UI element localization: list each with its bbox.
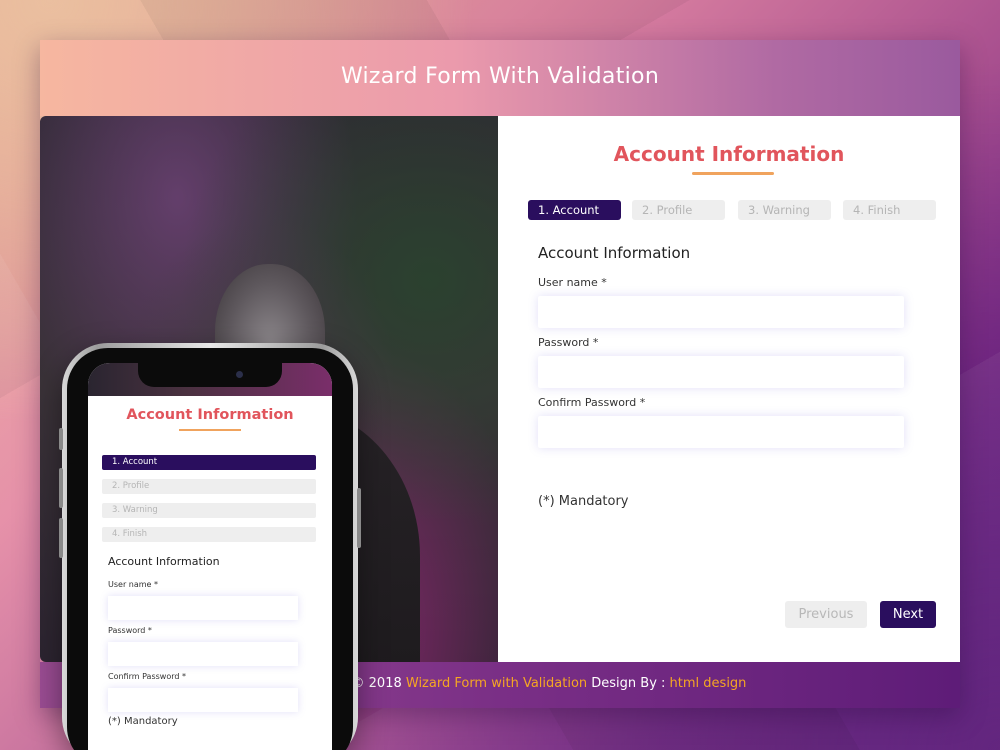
- section-title: Account Information: [538, 244, 691, 262]
- heading-underline: [692, 172, 774, 175]
- phone-section-title: Account Information: [108, 555, 220, 568]
- footer-credit: d. © 2018 Wizard Form with Validation De…: [335, 676, 746, 691]
- camera-icon: [236, 371, 243, 378]
- step-finish[interactable]: 4. Finish: [843, 200, 936, 220]
- phone-username-input[interactable]: [108, 596, 298, 620]
- form-heading: Account Information: [613, 142, 845, 166]
- footer-author-link[interactable]: html design: [670, 676, 747, 691]
- phone-screen: Account Information 1. Account 2. Profil…: [88, 363, 332, 750]
- next-button[interactable]: Next: [880, 601, 936, 628]
- phone-password-input[interactable]: [108, 642, 298, 666]
- page-title: Wizard Form With Validation: [340, 64, 660, 89]
- footer-design-by: Design By :: [587, 676, 670, 691]
- phone-step-finish[interactable]: 4. Finish: [102, 527, 316, 542]
- header-band: Wizard Form With Validation: [40, 40, 960, 116]
- confirm-password-label: Confirm Password *: [538, 396, 646, 409]
- username-input[interactable]: [538, 296, 904, 328]
- phone-confirm-password-label: Confirm Password *: [108, 672, 186, 681]
- phone-username-label: User name *: [108, 580, 159, 589]
- phone-step-account[interactable]: 1. Account: [102, 455, 316, 470]
- form-panel: Account Information 1. Account 2. Profil…: [498, 116, 960, 662]
- password-label: Password *: [538, 336, 599, 349]
- confirm-password-input[interactable]: [538, 416, 904, 448]
- step-profile[interactable]: 2. Profile: [632, 200, 725, 220]
- mandatory-note: (*) Mandatory: [538, 494, 629, 509]
- phone-mandatory-note: (*) Mandatory: [108, 716, 178, 727]
- phone-mockup: Account Information 1. Account 2. Profil…: [59, 343, 361, 750]
- password-input[interactable]: [538, 356, 904, 388]
- phone-side-button: [59, 428, 63, 450]
- phone-notch: [138, 363, 282, 387]
- phone-side-button: [59, 518, 63, 558]
- phone-step-warning[interactable]: 3. Warning: [102, 503, 316, 518]
- phone-confirm-password-input[interactable]: [108, 688, 298, 712]
- phone-step-profile[interactable]: 2. Profile: [102, 479, 316, 494]
- phone-heading-underline: [179, 429, 241, 431]
- phone-side-button: [59, 468, 63, 508]
- previous-button[interactable]: Previous: [785, 601, 867, 628]
- phone-form-heading: Account Information: [126, 407, 294, 423]
- phone-side-button: [357, 488, 361, 548]
- username-label: User name *: [538, 276, 607, 289]
- phone-bezel: Account Information 1. Account 2. Profil…: [67, 348, 353, 750]
- step-warning[interactable]: 3. Warning: [738, 200, 831, 220]
- footer-project-link[interactable]: Wizard Form with Validation: [406, 676, 587, 691]
- phone-password-label: Password *: [108, 626, 152, 635]
- step-account[interactable]: 1. Account: [528, 200, 621, 220]
